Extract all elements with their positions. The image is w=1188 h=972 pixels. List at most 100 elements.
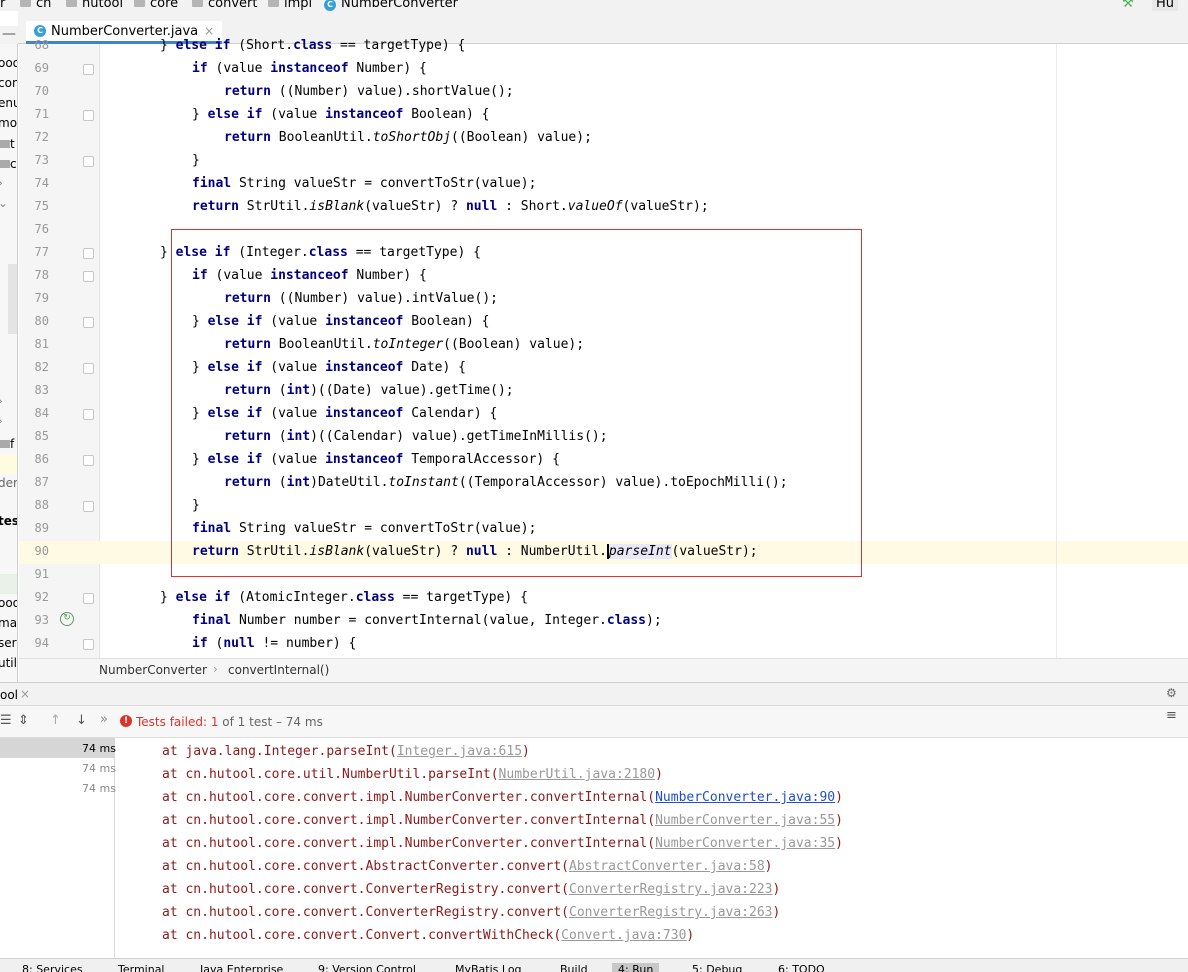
tool-java-enterprise[interactable]: Java Enterprise: [200, 963, 283, 972]
test-duration[interactable]: 74 ms: [82, 742, 116, 755]
line-number[interactable]: 74: [19, 176, 49, 190]
line-number[interactable]: 94: [19, 636, 49, 650]
fold-marker-icon[interactable]: [83, 455, 94, 466]
line-number[interactable]: 79: [19, 291, 49, 305]
line-number[interactable]: 88: [19, 498, 49, 512]
breadcrumb-item-impl[interactable]: impl: [268, 0, 312, 11]
line-number[interactable]: 82: [19, 360, 49, 374]
close-icon[interactable]: ×: [204, 24, 214, 38]
source-link[interactable]: ConverterRegistry.java:223: [569, 882, 773, 897]
editor-breadcrumb-method[interactable]: convertInternal(): [228, 663, 329, 677]
project-tree-item[interactable]: map: [0, 616, 17, 630]
expand-icon[interactable]: ⇕: [18, 713, 29, 728]
line-number[interactable]: 81: [19, 337, 49, 351]
fold-marker-icon[interactable]: [83, 156, 94, 167]
sort-icon[interactable]: ☰: [0, 713, 12, 728]
settings-icon[interactable]: ⚙: [1166, 686, 1177, 700]
line-number[interactable]: 86: [19, 452, 49, 466]
project-tree-item[interactable]: c: [0, 157, 17, 171]
next-icon[interactable]: ↓: [76, 713, 87, 728]
line-number[interactable]: 76: [19, 222, 49, 236]
more-icon[interactable]: »: [100, 712, 108, 727]
project-tree-item[interactable]: der-: [0, 476, 17, 490]
source-link[interactable]: NumberConverter.java:90: [655, 790, 835, 805]
code-line[interactable]: if (value instanceof Number) {: [192, 61, 427, 76]
chevron-right-icon[interactable]: ›: [0, 176, 3, 190]
line-number[interactable]: 73: [19, 153, 49, 167]
line-number[interactable]: 87: [19, 475, 49, 489]
source-link[interactable]: Convert.java:730: [561, 928, 686, 943]
source-link[interactable]: NumberConverter.java:35: [655, 836, 835, 851]
project-tree-item[interactable]: utils: [0, 656, 17, 670]
code-line[interactable]: } else if (Short.class == targetType) {: [160, 38, 465, 53]
test-duration[interactable]: 74 ms: [82, 762, 116, 775]
line-number[interactable]: 84: [19, 406, 49, 420]
tool-version-control[interactable]: 9: Version Control: [318, 963, 416, 972]
line-number[interactable]: 85: [19, 429, 49, 443]
fold-marker-icon[interactable]: [83, 593, 94, 604]
line-number[interactable]: 77: [19, 245, 49, 259]
code-line[interactable]: return StrUtil.isBlank(valueStr) ? null …: [192, 199, 709, 214]
close-icon[interactable]: ×: [20, 687, 30, 701]
line-number[interactable]: 70: [19, 84, 49, 98]
run-config-selector[interactable]: Hu: [1152, 0, 1179, 11]
project-tree-item[interactable]: ooo: [0, 56, 17, 70]
project-tree-item[interactable]: tes: [0, 514, 17, 528]
tool-build[interactable]: Build: [560, 963, 588, 972]
source-link[interactable]: ConverterRegistry.java:263: [569, 905, 773, 920]
editor-breadcrumb-class[interactable]: NumberConverter: [99, 663, 207, 677]
source-link[interactable]: AbstractConverter.java:58: [569, 859, 765, 874]
build-hammer-icon[interactable]: ⚒: [1122, 0, 1134, 11]
fold-marker-icon[interactable]: [83, 110, 94, 121]
line-number[interactable]: 93: [19, 613, 49, 627]
code-line[interactable]: if (null != number) {: [192, 636, 356, 651]
code-line[interactable]: return BooleanUtil.toShortObj((Boolean) …: [224, 130, 592, 145]
code-line[interactable]: }: [192, 153, 200, 168]
project-tree-item[interactable]: f: [0, 437, 14, 451]
line-number[interactable]: 72: [19, 130, 49, 144]
console-output[interactable]: at java.lang.Integer.parseInt(Integer.ja…: [116, 738, 1188, 958]
line-number[interactable]: 69: [19, 61, 49, 75]
hide-panel-icon[interactable]: —: [0, 26, 18, 44]
chevron-right-icon[interactable]: ›: [0, 394, 3, 408]
project-tree-item[interactable]: serv: [0, 636, 17, 650]
breadcrumb-item-hutool[interactable]: hutool: [66, 0, 123, 11]
tool-terminal[interactable]: Terminal: [118, 963, 165, 972]
code-line[interactable]: } else if (AtomicInteger.class == target…: [160, 590, 528, 605]
fold-marker-icon[interactable]: [83, 409, 94, 420]
fold-marker-icon[interactable]: [83, 64, 94, 75]
soft-wrap-icon[interactable]: ≡: [1166, 708, 1177, 723]
chevron-right-icon[interactable]: ›: [0, 414, 3, 428]
fold-marker-icon[interactable]: [83, 501, 94, 512]
fold-marker-icon[interactable]: [83, 271, 94, 282]
fold-marker-icon[interactable]: [83, 639, 94, 650]
line-number[interactable]: 80: [19, 314, 49, 328]
line-number[interactable]: 92: [19, 590, 49, 604]
project-tree-item[interactable]: ooo: [0, 596, 17, 610]
breadcrumb-item-core[interactable]: core: [134, 0, 178, 11]
project-tree-item[interactable]: con: [0, 76, 17, 90]
chevron-down-icon[interactable]: ⌄: [0, 196, 8, 210]
line-number[interactable]: 68: [19, 38, 49, 52]
source-link[interactable]: NumberUtil.java:2180: [499, 767, 656, 782]
line-number[interactable]: 90: [19, 544, 49, 558]
code-line[interactable]: } else if (value instanceof Boolean) {: [192, 107, 489, 122]
tool-services[interactable]: 8: Services: [22, 963, 83, 972]
source-link[interactable]: NumberConverter.java:55: [655, 813, 835, 828]
line-number[interactable]: 89: [19, 521, 49, 535]
code-line[interactable]: return ((Number) value).shortValue();: [224, 84, 514, 99]
run-test-gutter-icon[interactable]: ↻: [60, 612, 74, 626]
fold-marker-icon[interactable]: [83, 363, 94, 374]
fold-marker-icon[interactable]: [83, 248, 94, 259]
breadcrumb-item-convert[interactable]: convert: [192, 0, 257, 11]
code-line[interactable]: final Number number = convertInternal(va…: [192, 613, 662, 628]
project-tree-item[interactable]: t: [0, 137, 15, 151]
code-line[interactable]: final String valueStr = convertToStr(val…: [192, 176, 536, 191]
breadcrumb-item[interactable]: r: [0, 0, 5, 11]
line-number[interactable]: 83: [19, 383, 49, 397]
breadcrumb-item-cn[interactable]: cn: [20, 0, 51, 11]
test-duration[interactable]: 74 ms: [82, 782, 116, 795]
fold-marker-icon[interactable]: [83, 317, 94, 328]
scrollbar-thumb[interactable]: [8, 264, 17, 334]
line-number[interactable]: 78: [19, 268, 49, 282]
